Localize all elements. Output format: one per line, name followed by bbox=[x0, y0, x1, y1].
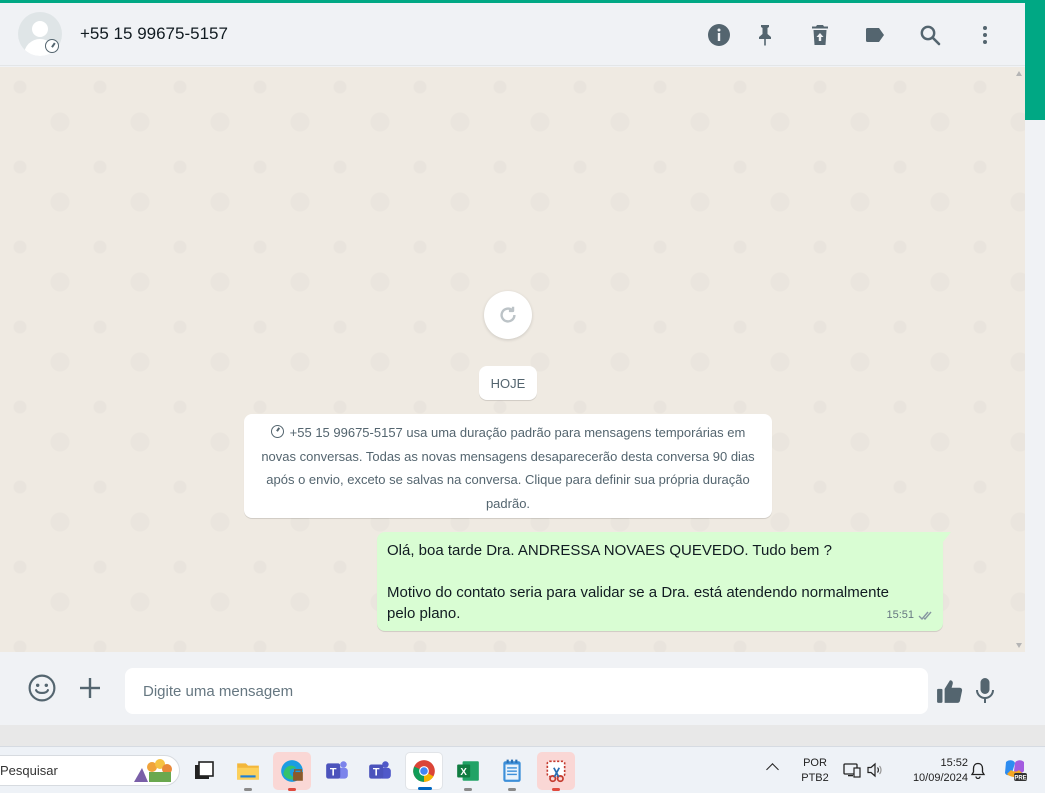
label-icon[interactable] bbox=[862, 22, 888, 48]
edge-icon bbox=[281, 760, 303, 782]
taskbar-task-view[interactable] bbox=[185, 752, 223, 790]
keyboard-layout: PTB2 bbox=[801, 772, 829, 784]
snipping-tool-icon bbox=[546, 760, 566, 783]
thumbs-up-icon[interactable] bbox=[934, 676, 966, 706]
folder-icon bbox=[237, 763, 259, 780]
load-older-messages-button[interactable] bbox=[484, 291, 532, 339]
language-code: POR bbox=[803, 757, 827, 769]
date-chip: HOJE bbox=[479, 366, 537, 400]
search-icon[interactable] bbox=[917, 22, 943, 48]
clock-time: 15:52 bbox=[940, 757, 968, 769]
volume-icon[interactable] bbox=[866, 761, 884, 779]
windows-taskbar: Pesquisar T T X POR PTB2 15:52 10/09/202… bbox=[0, 746, 1045, 793]
info-icon[interactable] bbox=[706, 22, 732, 48]
taskbar-edge[interactable] bbox=[273, 752, 311, 791]
refresh-icon bbox=[500, 306, 516, 323]
contact-name[interactable]: +55 15 99675-5157 bbox=[80, 24, 228, 44]
clock-date: 10/09/2024 bbox=[912, 772, 968, 784]
scroll-up-arrow[interactable] bbox=[1016, 71, 1022, 76]
disappearing-timer-icon bbox=[270, 425, 284, 438]
message-text-line2: Motivo do contato seria para validar se … bbox=[387, 584, 889, 622]
taskbar-notepad[interactable] bbox=[493, 752, 531, 791]
double-check-icon bbox=[918, 611, 932, 621]
message-meta: 15:51 bbox=[886, 605, 935, 626]
taskbar-snipping-tool[interactable] bbox=[537, 752, 575, 791]
svg-text:T: T bbox=[330, 766, 337, 778]
show-hidden-icons-chevron-icon[interactable] bbox=[766, 763, 779, 776]
window-background bbox=[1025, 120, 1045, 725]
window-background-accent bbox=[1025, 0, 1045, 120]
message-input[interactable] bbox=[125, 668, 928, 714]
composer-bar bbox=[0, 652, 1025, 725]
svg-text:PRE: PRE bbox=[1014, 775, 1026, 781]
search-highlight-flowers-icon bbox=[134, 759, 172, 782]
scroll-down-arrow[interactable] bbox=[1016, 643, 1022, 648]
taskbar-teams-classic[interactable]: T bbox=[361, 752, 399, 790]
outgoing-message[interactable]: Olá, boa tarde Dra. ANDRESSA NOVAES QUEV… bbox=[377, 532, 951, 631]
teams-icon: T bbox=[326, 761, 348, 779]
desktop-background bbox=[0, 725, 1045, 746]
mic-icon[interactable] bbox=[974, 676, 996, 706]
delete-icon[interactable] bbox=[807, 22, 833, 48]
teams-classic-icon: T bbox=[369, 761, 391, 779]
taskbar-excel[interactable]: X bbox=[449, 752, 487, 791]
system-clock[interactable]: 15:52 10/09/2024 bbox=[898, 756, 968, 786]
copilot-icon[interactable]: PRE bbox=[1002, 758, 1028, 782]
task-view-icon bbox=[195, 761, 214, 779]
message-text-line1: Olá, boa tarde Dra. ANDRESSA NOVAES QUEV… bbox=[387, 542, 832, 559]
input-language-indicator[interactable]: POR PTB2 bbox=[800, 756, 830, 786]
pin-icon[interactable] bbox=[752, 22, 778, 48]
menu-icon[interactable] bbox=[972, 22, 998, 48]
taskbar-teams[interactable]: T bbox=[318, 752, 356, 790]
avatar-head-shape bbox=[32, 21, 48, 37]
network-icon[interactable] bbox=[843, 761, 861, 779]
disappearing-timer-icon bbox=[45, 39, 59, 53]
message-time: 15:51 bbox=[886, 609, 914, 621]
taskbar-chrome[interactable] bbox=[405, 752, 443, 790]
chrome-icon bbox=[413, 760, 435, 782]
notepad-icon bbox=[503, 759, 521, 782]
taskbar-file-explorer[interactable] bbox=[229, 752, 267, 791]
notification-bell-icon[interactable] bbox=[970, 762, 986, 779]
emoji-icon[interactable] bbox=[27, 673, 57, 703]
chat-panel[interactable]: HOJE +55 15 99675-5157 usa uma duração p… bbox=[0, 67, 1025, 652]
plus-icon[interactable] bbox=[76, 674, 104, 702]
system-message-text: +55 15 99675-5157 usa uma duração padrão… bbox=[261, 425, 755, 511]
excel-icon: X bbox=[457, 761, 479, 781]
chat-header: +55 15 99675-5157 bbox=[0, 3, 1025, 66]
svg-text:X: X bbox=[460, 767, 467, 778]
system-message[interactable]: +55 15 99675-5157 usa uma duração padrão… bbox=[244, 414, 772, 518]
svg-text:T: T bbox=[373, 766, 380, 778]
taskbar-search-label[interactable]: Pesquisar bbox=[0, 763, 58, 778]
